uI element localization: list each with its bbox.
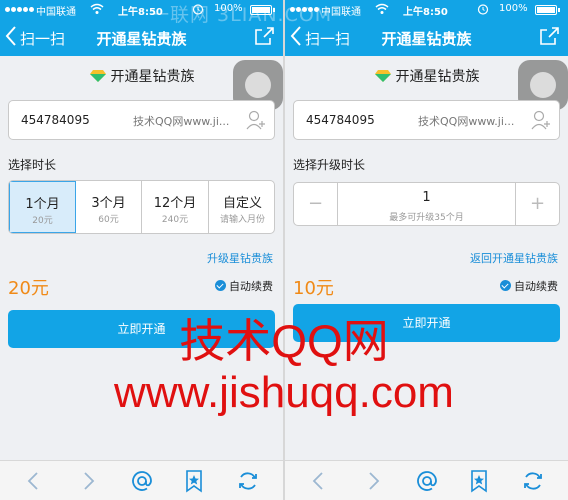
at-sign-icon[interactable]	[415, 469, 439, 493]
bottom-toolbar	[285, 460, 568, 500]
duration-selector: 1个月 20元 3个月 60元 12个月 240元 自定义 请输入月份	[8, 180, 275, 234]
duration-label: 自定义	[222, 196, 262, 211]
duration-label: 3个月	[91, 196, 126, 211]
checkmark-icon	[215, 280, 226, 291]
bottom-toolbar	[0, 460, 283, 500]
back-arrow-icon[interactable]	[307, 469, 331, 493]
duration-option-custom[interactable]: 自定义 请输入月份	[209, 181, 274, 233]
duration-price: 240元	[161, 215, 189, 225]
auto-renew-label: 自动续费	[514, 280, 558, 293]
battery-icon	[250, 5, 275, 15]
carrier-name: 中国联通	[36, 7, 76, 18]
signal-dots-icon	[290, 5, 320, 16]
duration-label: 12个月	[153, 196, 197, 211]
minus-button[interactable]: −	[294, 183, 338, 225]
refresh-icon[interactable]	[521, 469, 545, 493]
forward-arrow-icon[interactable]	[361, 469, 385, 493]
diamond-icon	[374, 69, 392, 83]
account-site-text: 技术QQ网www.ji...	[133, 115, 230, 128]
battery-percent: 100%	[214, 3, 243, 14]
nav-bar: 扫一扫 开通星钻贵族	[285, 20, 568, 56]
wifi-icon	[375, 3, 389, 18]
duration-option-1m[interactable]: 1个月 20元	[9, 181, 76, 233]
account-number: 454784095	[306, 113, 375, 127]
duration-label: 1个月	[25, 197, 60, 212]
status-time: 上午8:50	[118, 7, 163, 18]
status-bar: 中国联通 上午8:50 100%	[285, 0, 568, 20]
plus-button[interactable]: +	[515, 183, 559, 225]
auto-renew-checkbox[interactable]: 自动续费	[500, 278, 558, 294]
return-link[interactable]: 返回开通星钻贵族	[470, 250, 558, 266]
duration-price: 请输入月份	[219, 215, 265, 225]
left-phone-screen: 中国联通 上午8:50 100% 扫一扫 开通星钻贵族 开通星钻贵族 45478…	[0, 0, 283, 500]
auto-renew-checkbox[interactable]: 自动续费	[215, 278, 273, 294]
account-field[interactable]: 454784095 技术QQ网www.ji...	[293, 100, 560, 140]
headline-text: 开通星钻贵族	[395, 69, 480, 85]
share-icon[interactable]	[253, 26, 275, 46]
add-friend-icon[interactable]	[531, 109, 551, 131]
stepper-hint: 最多可升级35个月	[389, 213, 464, 223]
share-icon[interactable]	[538, 26, 560, 46]
refresh-icon[interactable]	[236, 469, 260, 493]
upgrade-months-stepper: − 1 最多可升级35个月 +	[293, 182, 560, 226]
nav-bar: 扫一扫 开通星钻贵族	[0, 20, 283, 56]
page-title: 开通星钻贵族	[96, 30, 187, 48]
account-site-text: 技术QQ网www.ji...	[418, 115, 515, 128]
price-amount: 10元	[293, 278, 334, 299]
diamond-icon	[89, 69, 107, 83]
bookmark-star-icon[interactable]	[467, 469, 491, 493]
open-now-button[interactable]: 立即开通	[8, 310, 275, 348]
open-now-button[interactable]: 立即开通	[293, 304, 560, 342]
forward-arrow-icon[interactable]	[76, 469, 100, 493]
headline-text: 开通星钻贵族	[110, 69, 195, 85]
auto-renew-label: 自动续费	[229, 280, 273, 293]
carrier-name: 中国联通	[321, 7, 361, 18]
alarm-icon	[477, 3, 489, 18]
bookmark-star-icon[interactable]	[182, 469, 206, 493]
price-amount: 20元	[8, 278, 49, 299]
account-number: 454784095	[21, 113, 90, 127]
add-friend-icon[interactable]	[246, 109, 266, 131]
back-arrow-icon[interactable]	[22, 469, 46, 493]
duration-price: 20元	[32, 216, 53, 226]
section-label: 选择升级时长	[293, 158, 366, 172]
status-bar: 中国联通 上午8:50 100%	[0, 0, 283, 20]
signal-dots-icon	[5, 5, 35, 16]
status-time: 上午8:50	[403, 7, 448, 18]
alarm-icon	[192, 3, 204, 18]
main-content: 开通星钻贵族 454784095 技术QQ网www.ji... 选择时长 1个月…	[0, 56, 283, 460]
upgrade-link[interactable]: 升级星钻贵族	[207, 250, 273, 266]
duration-option-3m[interactable]: 3个月 60元	[76, 181, 142, 233]
right-phone-screen: 中国联通 上午8:50 100% 扫一扫 开通星钻贵族 开通星钻贵族 45478…	[285, 0, 568, 500]
at-sign-icon[interactable]	[130, 469, 154, 493]
duration-option-12m[interactable]: 12个月 240元	[142, 181, 209, 233]
page-title: 开通星钻贵族	[381, 30, 472, 48]
section-label: 选择时长	[8, 158, 57, 172]
main-content: 开通星钻贵族 454784095 技术QQ网www.ji... 选择升级时长 −…	[285, 56, 568, 460]
battery-percent: 100%	[499, 3, 528, 14]
checkmark-icon	[500, 280, 511, 291]
account-field[interactable]: 454784095 技术QQ网www.ji...	[8, 100, 275, 140]
wifi-icon	[90, 3, 104, 18]
duration-price: 60元	[98, 215, 119, 225]
stepper-value[interactable]: 1	[338, 190, 515, 205]
screenshot-root: 中国联通 上午8:50 100% 扫一扫 开通星钻贵族 开通星钻贵族 45478…	[0, 0, 568, 500]
battery-icon	[535, 5, 560, 15]
